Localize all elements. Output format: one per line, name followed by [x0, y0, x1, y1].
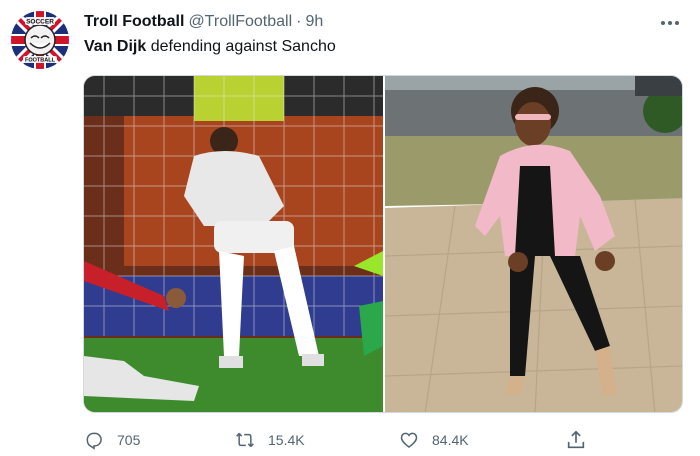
display-name[interactable]: Troll Football — [84, 13, 184, 31]
media-image-football[interactable] — [84, 76, 383, 412]
avatar-logo-text-bottom: FOOTBALL — [25, 58, 56, 64]
tweet-text-bold: Van Dijk — [84, 38, 147, 55]
share-icon — [567, 430, 585, 449]
tweet[interactable]: SOCCER FOOTBALL Troll Football @TrollFoo… — [0, 0, 700, 456]
reply-count: 705 — [117, 432, 141, 448]
avatar[interactable]: SOCCER FOOTBALL — [11, 11, 69, 69]
dot-separator: · — [296, 13, 302, 30]
avatar-logo-text-top: SOCCER — [26, 19, 54, 26]
tweet-header: Troll Football @TrollFootball · 9h — [84, 13, 323, 33]
more-options-button[interactable] — [657, 13, 683, 33]
timestamp[interactable]: 9h — [305, 13, 323, 31]
share-button[interactable] — [565, 425, 599, 455]
heart-icon — [400, 432, 418, 449]
like-button[interactable]: 84.4K — [398, 425, 469, 455]
tweet-text-rest: defending against Sancho — [146, 38, 336, 55]
reply-button[interactable]: 705 — [83, 425, 140, 455]
reply-icon — [86, 432, 102, 450]
retweet-count: 15.4K — [268, 432, 305, 448]
user-handle[interactable]: @TrollFootball — [188, 13, 292, 31]
tweet-text: Van Dijk defending against Sancho — [84, 38, 336, 56]
like-count: 84.4K — [432, 432, 469, 448]
retweet-icon — [236, 432, 254, 448]
retweet-button[interactable]: 15.4K — [234, 425, 305, 455]
media-image-meme[interactable] — [384, 76, 682, 412]
more-horizontal-icon — [661, 21, 679, 25]
action-bar: 705 15.4K 84.4K — [0, 425, 700, 455]
media-grid[interactable] — [83, 75, 683, 413]
